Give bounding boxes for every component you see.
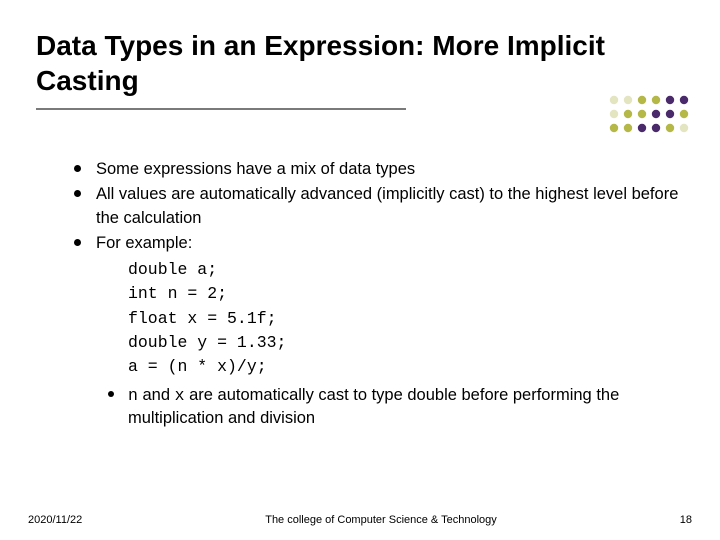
footer: 2020/11/22 The college of Computer Scien… bbox=[0, 514, 720, 526]
code-line: double a; bbox=[128, 258, 684, 282]
decorative-dots bbox=[608, 94, 698, 134]
title-underline bbox=[36, 108, 406, 110]
code-line: int n = 2; bbox=[128, 282, 684, 306]
code-line: a = (n * x)/y; bbox=[128, 355, 684, 379]
bullet-item: Some expressions have a mix of data type… bbox=[72, 158, 684, 181]
text: are automatically cast to type double be… bbox=[128, 386, 619, 427]
bullet-text: For example: bbox=[96, 234, 192, 252]
bullet-text: All values are automatically advanced (i… bbox=[96, 185, 678, 226]
slide: Data Types in an Expression: More Implic… bbox=[0, 0, 720, 540]
code-var: x bbox=[175, 386, 185, 405]
bullet-item: For example: double a; int n = 2; float … bbox=[72, 232, 684, 430]
content-area: Some expressions have a mix of data type… bbox=[36, 158, 684, 430]
bullet-list: Some expressions have a mix of data type… bbox=[72, 158, 684, 430]
page-title: Data Types in an Expression: More Implic… bbox=[36, 28, 684, 98]
text: and bbox=[138, 386, 175, 404]
bullet-item: All values are automatically advanced (i… bbox=[72, 183, 684, 230]
footer-date: 2020/11/22 bbox=[28, 514, 82, 526]
code-line: double y = 1.33; bbox=[128, 331, 684, 355]
footer-page: 18 bbox=[680, 514, 692, 526]
bullet-text: Some expressions have a mix of data type… bbox=[96, 160, 415, 178]
sub-bullet-list: n and x are automatically cast to type d… bbox=[108, 384, 684, 430]
code-var: n bbox=[128, 386, 138, 405]
code-line: float x = 5.1f; bbox=[128, 307, 684, 331]
code-block: double a; int n = 2; float x = 5.1f; dou… bbox=[128, 258, 684, 380]
footer-center: The college of Computer Science & Techno… bbox=[82, 514, 680, 526]
sub-bullet-item: n and x are automatically cast to type d… bbox=[108, 384, 684, 430]
